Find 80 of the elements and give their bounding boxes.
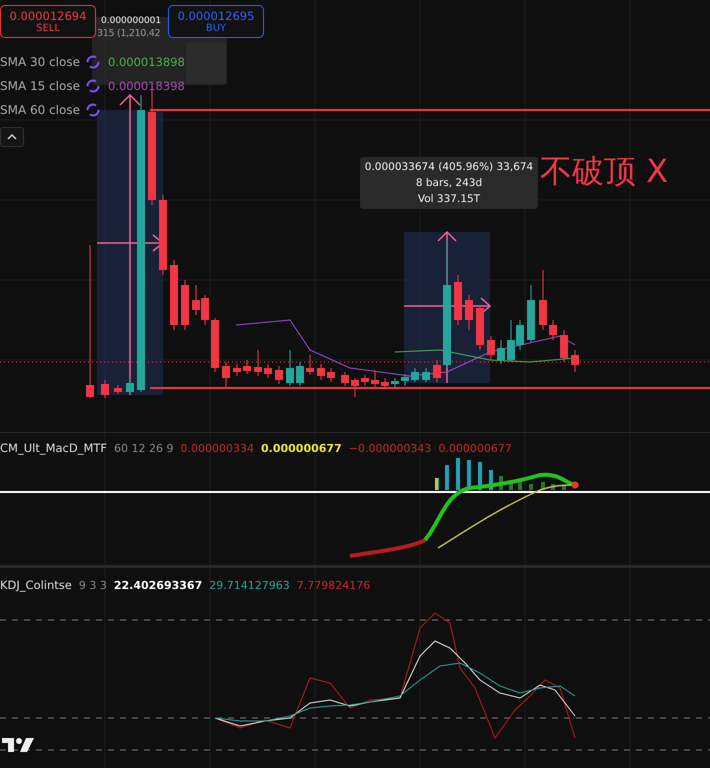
indicator-value: 29.714127963 xyxy=(209,579,290,592)
candle xyxy=(181,280,189,330)
sell-button[interactable]: 0.000012694 SELL xyxy=(0,5,96,38)
candle xyxy=(296,362,304,386)
candle xyxy=(222,362,230,388)
indicator-value: 22.402693367 xyxy=(114,579,202,592)
candle xyxy=(371,370,379,388)
buy-button[interactable]: 0.000012695 BUY xyxy=(168,5,264,38)
histogram-bar xyxy=(478,462,482,490)
candle xyxy=(527,284,535,342)
histogram-bar xyxy=(489,470,493,490)
candle xyxy=(233,364,241,376)
candle xyxy=(126,378,134,394)
indicator-value: 0.000018398 xyxy=(108,79,185,93)
collapse-button[interactable] xyxy=(0,127,24,147)
indicator-parameters: 9 3 3 xyxy=(78,579,107,592)
refresh-icon[interactable] xyxy=(86,79,100,93)
candle xyxy=(264,364,272,378)
indicator-value: 0.000013898 xyxy=(108,55,185,69)
candle xyxy=(391,378,399,388)
measure-text: 315 (1,210.42 xyxy=(97,28,160,39)
chevron-up-icon xyxy=(7,134,17,140)
tooltip-text: Vol 337.15T xyxy=(418,193,480,205)
histogram-bar xyxy=(551,484,555,490)
refresh-icon[interactable] xyxy=(86,103,100,117)
candle xyxy=(560,330,568,362)
indicator-name: SMA 60 close xyxy=(0,103,80,117)
indicator-name: CM_Ult_MacD_MTF xyxy=(0,441,108,455)
indicator-value: 0.000000677 xyxy=(261,442,342,455)
candle xyxy=(487,336,495,360)
candle xyxy=(327,368,335,382)
candle xyxy=(351,378,359,398)
candle xyxy=(361,374,369,386)
candle xyxy=(243,360,251,374)
indicator-value: 0.000000677 xyxy=(438,442,512,455)
histogram-bar xyxy=(499,476,503,490)
candle xyxy=(381,378,389,388)
candle xyxy=(465,294,473,330)
histogram-bar xyxy=(445,465,449,490)
histogram-bar xyxy=(518,482,522,490)
candle xyxy=(254,350,262,376)
indicator-name: SMA 30 close xyxy=(0,55,80,69)
candle xyxy=(317,364,325,380)
candle xyxy=(170,260,178,330)
candle xyxy=(306,354,314,376)
candle xyxy=(211,318,219,372)
tooltip-text: 8 bars, 243d xyxy=(416,177,482,189)
cross-dot xyxy=(572,482,578,488)
candle xyxy=(101,380,109,398)
candle xyxy=(275,366,283,384)
refresh-icon[interactable] xyxy=(86,55,100,69)
histogram-bar xyxy=(456,458,460,490)
indicator-name: KDJ_Colintse xyxy=(0,578,72,592)
price-tick-label: 0.000000001 xyxy=(101,16,162,26)
indicator-parameters: 60 12 26 9 xyxy=(114,442,174,455)
indicator-value: −0.000000343 xyxy=(348,442,432,455)
indicator-value: 7.779824176 xyxy=(296,579,370,592)
candle xyxy=(571,350,579,372)
histogram-bar xyxy=(541,482,545,490)
candle xyxy=(114,384,122,394)
candle xyxy=(422,368,430,382)
candle xyxy=(549,320,557,340)
histogram-bar xyxy=(529,484,533,490)
indicator-name: SMA 15 close xyxy=(0,79,80,93)
candle xyxy=(454,274,462,326)
candle xyxy=(539,270,547,330)
tooltip-text: 0.000033674 (405.96%) 33,674 xyxy=(364,161,534,173)
candle xyxy=(341,372,349,386)
candle xyxy=(433,360,441,382)
candle xyxy=(476,304,484,350)
indicator-value: 0.000000334 xyxy=(180,442,254,455)
panel-background xyxy=(186,43,226,83)
histogram-bar xyxy=(562,486,566,490)
chart-annotation: 不破顶 X xyxy=(540,151,668,192)
candle xyxy=(286,350,294,386)
candle xyxy=(401,374,409,386)
candle xyxy=(411,368,419,382)
logo-icon xyxy=(2,738,34,752)
candle xyxy=(497,340,505,364)
histogram-bar xyxy=(509,480,513,490)
